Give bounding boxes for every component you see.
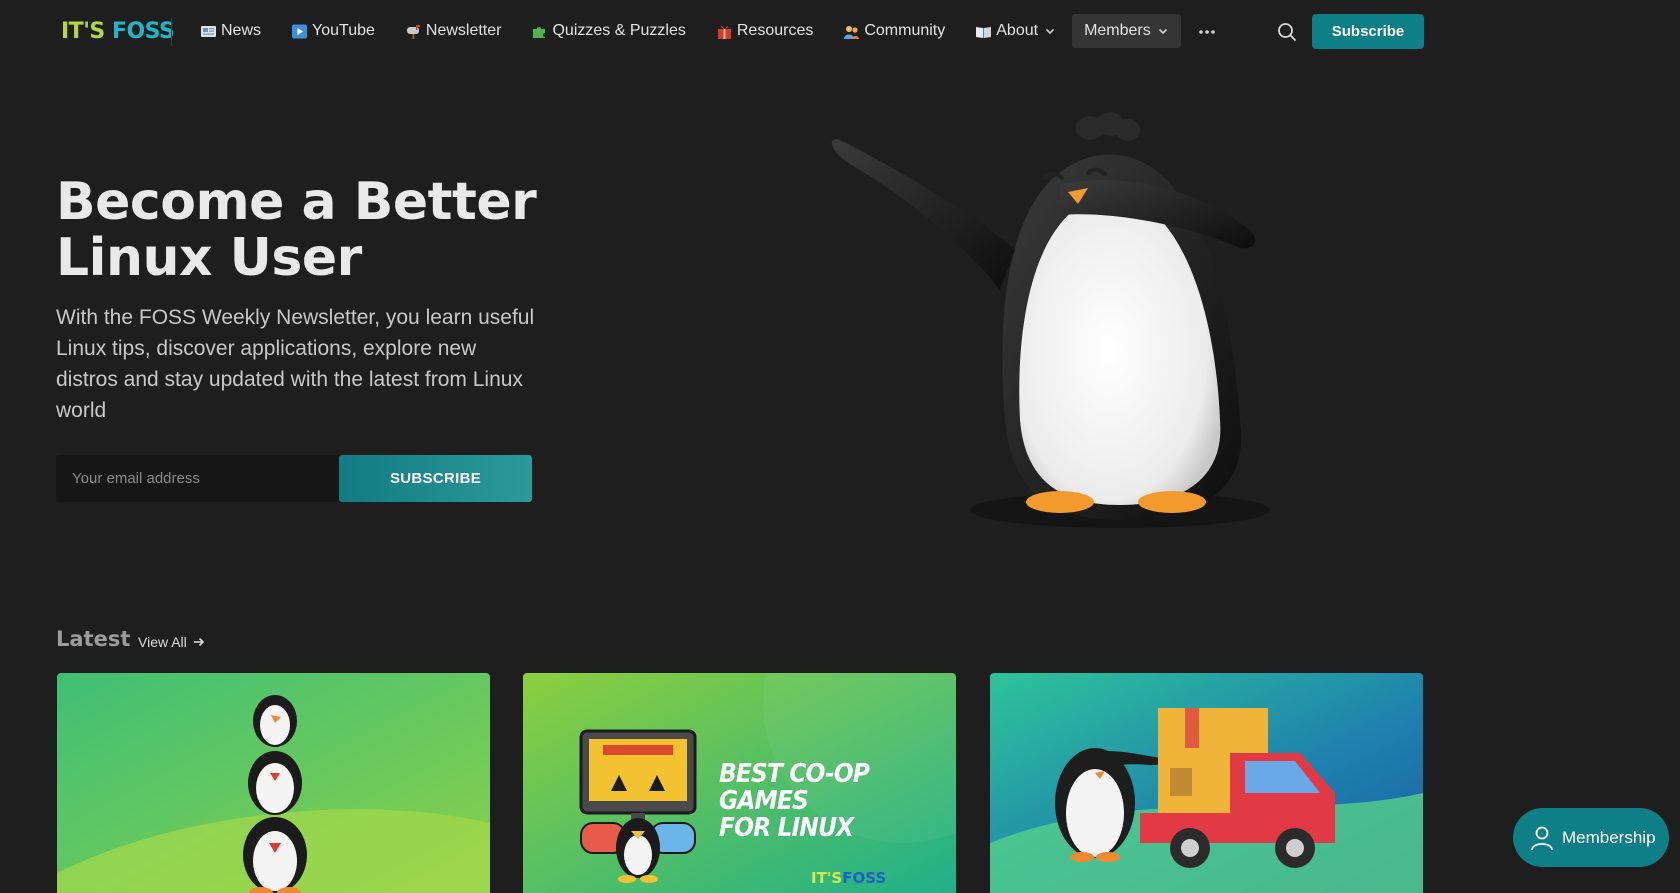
email-input[interactable] <box>56 455 336 502</box>
nav-item-youtube[interactable]: YouTube <box>283 14 383 48</box>
nav-item-resources[interactable]: Resources <box>708 14 821 48</box>
site-logo[interactable]: IT'S FOSS <box>61 18 175 46</box>
mailbox-icon <box>405 23 422 40</box>
people-icon <box>843 23 860 40</box>
nav-item-news[interactable]: News <box>192 14 269 48</box>
arrow-right-icon <box>193 637 204 647</box>
nav-item-members[interactable]: Members <box>1072 14 1181 48</box>
article-card[interactable] <box>57 673 490 893</box>
card-site-logo: IT'SFOSS <box>811 869 887 887</box>
nav-item-about[interactable]: About <box>967 14 1064 48</box>
chevron-down-icon <box>1045 28 1055 35</box>
book-icon <box>975 23 992 40</box>
subscribe-button[interactable]: Subscribe <box>1312 14 1424 49</box>
article-card[interactable] <box>990 673 1423 893</box>
newsletter-form: SUBSCRIBE <box>56 455 532 502</box>
chevron-down-icon <box>1158 28 1167 35</box>
user-icon <box>1531 826 1553 850</box>
top-navigation: IT'S FOSS News YouTube Newsletter Quizze… <box>0 0 1680 64</box>
nav-divider <box>171 18 172 46</box>
view-all-link[interactable]: View All <box>138 634 205 650</box>
more-options-icon[interactable] <box>1196 21 1218 43</box>
latest-heading: Latest <box>56 627 131 651</box>
hero-title: Become a Better Linux User <box>56 172 537 288</box>
search-icon[interactable] <box>1276 21 1298 43</box>
card-caption: BEST CO-OP GAMES FOR LINUX <box>719 759 870 843</box>
penguin-mascot-illustration <box>831 112 1270 528</box>
nav-item-newsletter[interactable]: Newsletter <box>397 14 510 48</box>
article-card[interactable]: BEST CO-OP GAMES FOR LINUX IT'SFOSS <box>523 673 956 893</box>
puzzle-piece-icon <box>531 23 548 40</box>
newsletter-subscribe-button[interactable]: SUBSCRIBE <box>339 455 532 502</box>
hero-description: With the FOSS Weekly Newsletter, you lea… <box>56 306 535 422</box>
newspaper-icon <box>200 23 217 40</box>
nav-item-community[interactable]: Community <box>835 14 953 48</box>
nav-item-quizzes[interactable]: Quizzes & Puzzles <box>523 14 693 48</box>
membership-button[interactable]: Membership <box>1513 808 1669 867</box>
nav-menu: News YouTube Newsletter Quizzes & Puzzle… <box>192 14 1195 48</box>
stacked-penguins-illustration <box>57 673 490 893</box>
gift-icon <box>716 23 733 40</box>
penguin-delivery-truck-illustration <box>990 673 1423 893</box>
play-button-icon <box>291 23 308 40</box>
